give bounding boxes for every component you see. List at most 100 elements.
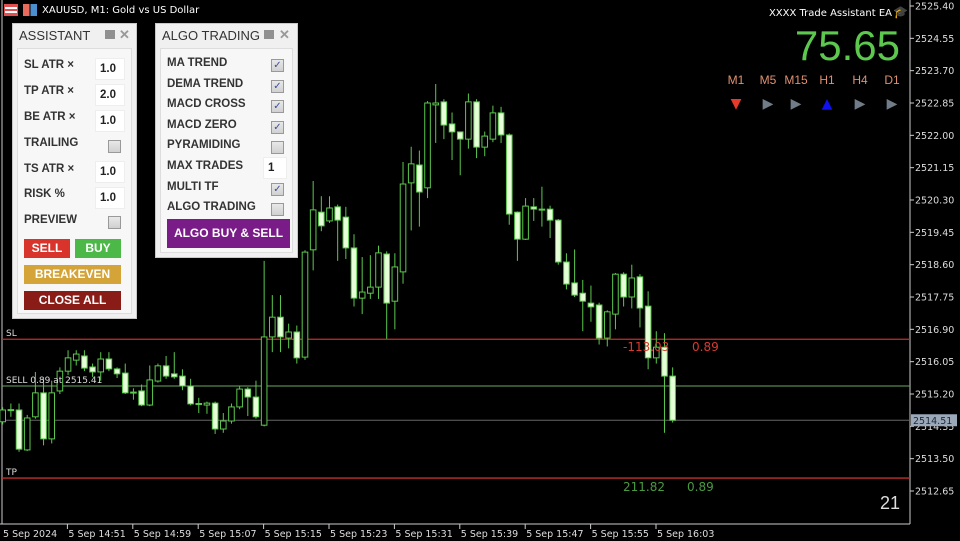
candle-bear: [530, 206, 538, 210]
candle-bull: [48, 392, 56, 440]
candle-bull: [603, 311, 611, 339]
algo-option-checkbox[interactable]: ✓: [271, 120, 284, 134]
candle-bull: [23, 417, 31, 451]
x-tick-label: 5 Sep 15:15: [265, 529, 322, 540]
timeframe-label-h4: H4: [852, 73, 868, 87]
candle-bear: [170, 373, 178, 378]
candle-bear: [130, 391, 137, 394]
candle-bear: [636, 276, 644, 309]
chart-title-bar: XAUUSD, M1: Gold vs US Dollar: [4, 3, 199, 17]
y-tick-label: 2522.85: [915, 99, 954, 110]
candle-bear: [440, 101, 448, 126]
algo-option-checkbox[interactable]: ✓: [271, 100, 284, 114]
algo-option-checkbox[interactable]: ✓: [271, 182, 284, 196]
sl-line-label: SL: [6, 329, 17, 339]
algo-option-label: MAX TRADES: [167, 160, 244, 172]
preview-checkbox[interactable]: [108, 216, 121, 229]
signal-arrow-right-icon: ▶: [854, 96, 866, 112]
candle-bear: [162, 365, 170, 377]
candle-bull: [32, 392, 39, 418]
be-atr-input[interactable]: 1.0: [95, 110, 125, 132]
close-icon[interactable]: ✕: [119, 28, 130, 41]
close-all-button[interactable]: CLOSE ALL: [24, 291, 121, 310]
timeframe-label-m5: M5: [759, 73, 777, 87]
candle-bull: [326, 207, 333, 222]
candle-bear: [383, 253, 390, 304]
candle-bull: [375, 252, 382, 288]
close-icon[interactable]: ✕: [279, 28, 290, 41]
candle-bull: [203, 402, 211, 406]
x-tick-label: 5 Sep 14:59: [134, 529, 191, 540]
breakeven-button[interactable]: BREAKEVEN: [24, 265, 121, 284]
algo-title-bar[interactable]: ALGO TRADING ✕: [156, 24, 297, 46]
candle-bear: [669, 375, 676, 421]
algo-buy-sell-button[interactable]: ALGO BUY & SELL: [167, 219, 290, 248]
candle-bull: [358, 291, 366, 299]
minimize-icon[interactable]: [264, 30, 274, 39]
tp-lots-label: 0.89: [687, 480, 714, 494]
candle-bear: [121, 372, 129, 394]
candle-bull: [228, 406, 235, 422]
trailing-label: TRAILING: [24, 137, 79, 149]
signal-arrow-right-icon: ▶: [886, 96, 898, 112]
candle-bear: [334, 206, 341, 221]
be-atr-label: BE ATR ×: [24, 111, 76, 123]
risk-input[interactable]: 1.0: [95, 187, 125, 209]
x-tick-label: 5 Sep 2024: [3, 529, 57, 540]
candle-bull: [432, 102, 440, 106]
y-tick-label: 2519.45: [915, 228, 954, 239]
algo-option-checkbox[interactable]: ✓: [271, 79, 284, 93]
tp-line-label: TP: [5, 468, 17, 478]
y-tick-label: 2521.15: [915, 163, 954, 174]
max-trades-input[interactable]: 1: [263, 157, 287, 179]
trailing-checkbox[interactable]: [108, 140, 121, 153]
candle-bear: [105, 358, 113, 370]
candle-bear: [89, 366, 96, 373]
entry-line-label: SELL 0.89 at 2515.41: [6, 376, 102, 386]
one-click-trading-icon[interactable]: [23, 4, 37, 16]
y-tick-label: 2518.60: [915, 260, 954, 271]
candle-bull: [64, 357, 72, 372]
y-tick-label: 2512.65: [915, 487, 954, 498]
sell-button[interactable]: SELL: [24, 239, 70, 258]
algo-option-checkbox[interactable]: [271, 141, 284, 155]
preview-label: PREVIEW: [24, 214, 78, 226]
ea-score: 75.65: [794, 22, 900, 69]
candle-bull: [97, 358, 105, 373]
menu-icon[interactable]: [4, 4, 18, 16]
sl-pnl-label: -113.03: [623, 340, 669, 354]
timeframe-label-m15: M15: [784, 73, 808, 87]
candle-bull: [407, 163, 415, 184]
candle-bull: [219, 420, 227, 430]
y-tick-label: 2516.05: [915, 357, 954, 368]
graduation-cap-icon: 🎓: [893, 5, 908, 19]
signal-arrow-right-icon: ▶: [790, 96, 802, 112]
ts-atr-input[interactable]: 1.0: [95, 161, 125, 183]
candle-bull: [269, 316, 276, 338]
assistant-panel: ASSISTANT ✕ SL ATR × 1.0 TP ATR × 2.0 BE…: [12, 23, 137, 319]
algo-body: MA TREND ✓ DEMA TREND ✓ MACD CROSS ✓ MACD ZERO…: [160, 48, 293, 253]
algo-option-checkbox[interactable]: ✓: [271, 59, 284, 72]
x-tick-label: 5 Sep 16:03: [657, 529, 714, 540]
algo-option-label: MULTI TF: [167, 180, 219, 193]
candle-bull: [146, 379, 154, 406]
buy-button[interactable]: BUY: [75, 239, 121, 258]
tp-atr-input[interactable]: 2.0: [95, 84, 125, 106]
x-tick-label: 5 Sep 15:31: [395, 529, 452, 540]
candle-bull: [391, 266, 399, 302]
candle-bear: [595, 304, 603, 339]
chart-title: XAUUSD, M1: Gold vs US Dollar: [42, 4, 200, 16]
candle-bear: [587, 302, 595, 308]
candle-bear: [416, 164, 423, 193]
assistant-title-bar[interactable]: ASSISTANT ✕: [13, 24, 136, 46]
candle-bull: [285, 331, 292, 339]
x-tick-label: 5 Sep 15:47: [526, 529, 583, 540]
algo-option-checkbox[interactable]: [271, 203, 284, 217]
candle-bull: [612, 273, 619, 315]
minimize-icon[interactable]: [105, 30, 115, 39]
y-tick-label: 2515.20: [915, 390, 954, 401]
sl-atr-input[interactable]: 1.0: [95, 58, 125, 80]
candle-bull: [72, 353, 80, 361]
candle-bear: [81, 355, 88, 369]
candle-bear: [571, 282, 578, 296]
